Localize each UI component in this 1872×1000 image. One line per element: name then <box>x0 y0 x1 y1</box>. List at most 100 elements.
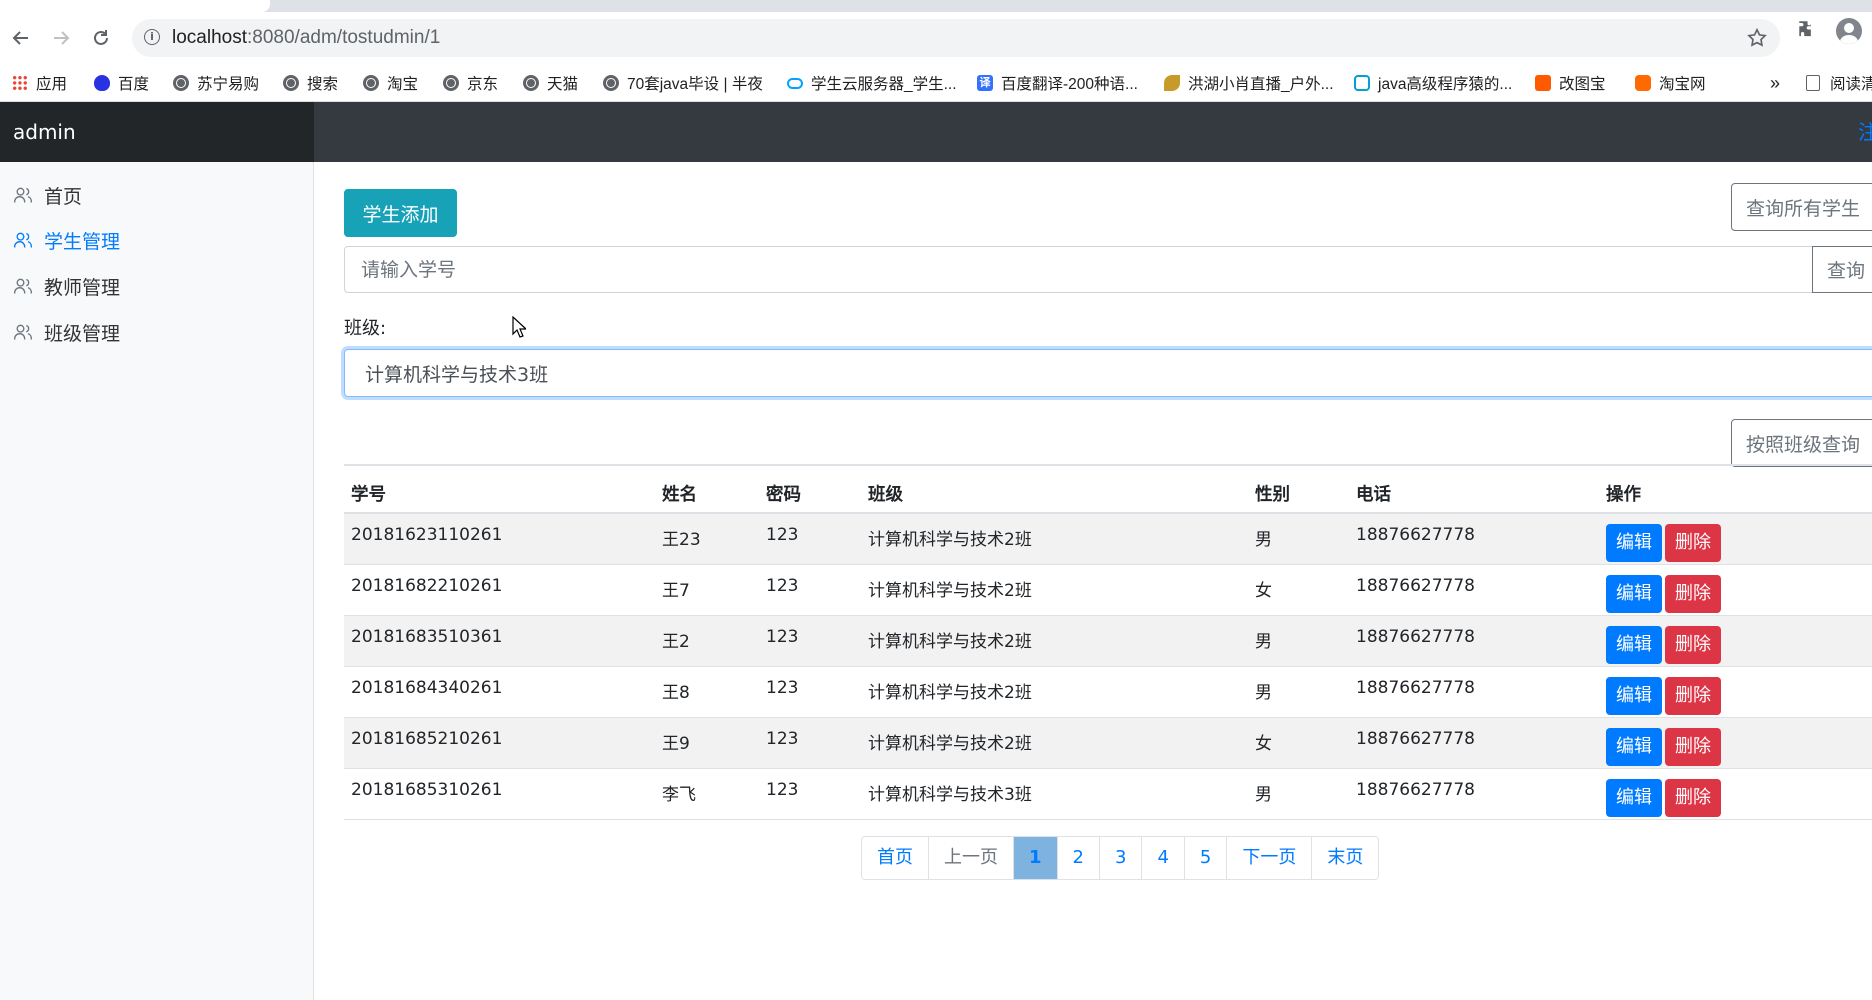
bookmark-apps[interactable]: 应用 <box>12 64 67 102</box>
reload-icon <box>94 30 108 45</box>
table-row: 20181682210261 王7 123 计算机科学与技术2班 女 18876… <box>344 564 1872 616</box>
cell-phone: 18876627778 <box>1349 717 1599 769</box>
search-button[interactable]: 查询 <box>1812 246 1872 293</box>
globe-icon <box>283 75 299 91</box>
site-info-icon[interactable]: i <box>144 29 160 45</box>
back-button[interactable] <box>3 20 39 56</box>
bookmark-baidu[interactable]: 百度 <box>94 64 149 102</box>
sidebar-item-class-management[interactable]: 班级管理 <box>13 317 120 347</box>
bookmark-star-icon[interactable] <box>1746 27 1768 49</box>
cell-phone: 18876627778 <box>1349 615 1599 667</box>
forward-button[interactable] <box>43 20 79 56</box>
bookmarks-bar: 应用 百度 苏宁易购 搜索 淘宝 京东 天猫 70套java毕设 | 半夜 学生… <box>0 64 1872 102</box>
bookmark-gaitubao[interactable]: 改图宝 <box>1535 64 1606 102</box>
cell-name: 王9 <box>655 717 759 769</box>
column-header-name: 姓名 <box>655 464 759 514</box>
add-student-button[interactable]: 学生添加 <box>344 189 457 237</box>
class-select[interactable]: 计算机科学与技术3班 <box>344 349 1872 397</box>
edit-button[interactable]: 编辑 <box>1606 727 1662 766</box>
delete-button[interactable]: 删除 <box>1665 574 1721 613</box>
active-tab[interactable] <box>0 0 270 12</box>
cell-gender: 女 <box>1248 717 1349 769</box>
logout-link[interactable]: 注 <box>1858 102 1872 162</box>
cell-student-id: 20181684340261 <box>344 666 655 718</box>
edit-button[interactable]: 编辑 <box>1606 524 1662 562</box>
page-number-4[interactable]: 4 <box>1141 837 1183 879</box>
edit-button[interactable]: 编辑 <box>1606 676 1662 715</box>
cell-name: 王23 <box>655 513 759 565</box>
bookmark-honghu-live[interactable]: 洪湖小肖直播_户外... <box>1164 64 1334 102</box>
bookmark-student-cloud[interactable]: 学生云服务器_学生... <box>787 64 957 102</box>
delete-button[interactable]: 删除 <box>1665 778 1721 817</box>
cell-name: 李飞 <box>655 768 759 820</box>
sidebar-item-home[interactable]: 首页 <box>13 180 82 210</box>
cell-gender: 男 <box>1248 666 1349 718</box>
cell-phone: 18876627778 <box>1349 666 1599 718</box>
bookmark-label: 改图宝 <box>1559 76 1606 93</box>
bookmark-taobao[interactable]: 淘宝 <box>363 64 418 102</box>
sidebar-item-student-management[interactable]: 学生管理 <box>13 225 120 255</box>
reading-list-button[interactable]: 阅读清 <box>1806 64 1872 102</box>
page-number-2[interactable]: 2 <box>1056 837 1099 879</box>
query-all-students-button[interactable]: 查询所有学生 <box>1731 183 1872 231</box>
cell-class: 计算机科学与技术2班 <box>861 717 1248 769</box>
table-row: 20181623110261 王23 123 计算机科学与技术2班 男 1887… <box>344 513 1872 565</box>
cell-student-id: 20181623110261 <box>344 513 655 565</box>
delete-button[interactable]: 删除 <box>1665 676 1721 715</box>
edit-button[interactable]: 编辑 <box>1606 574 1662 613</box>
bookmark-java-senior[interactable]: java高级程序猿的... <box>1354 64 1512 102</box>
cell-password: 123 <box>759 615 861 667</box>
profile-avatar-icon[interactable] <box>1836 18 1862 44</box>
cell-name: 王7 <box>655 564 759 616</box>
browser-toolbar: i localhost:8080/adm/tostudmin/1 <box>0 12 1872 64</box>
address-bar[interactable]: i localhost:8080/adm/tostudmin/1 <box>132 19 1780 57</box>
cell-student-id: 20181683510361 <box>344 615 655 667</box>
page-last[interactable]: 末页 <box>1311 837 1378 879</box>
bookmark-baidu-translate[interactable]: 译百度翻译-200种语... <box>977 64 1138 102</box>
bookmark-search[interactable]: 搜索 <box>283 64 338 102</box>
bookmark-label: 洪湖小肖直播_户外... <box>1188 76 1334 93</box>
sidebar-item-label: 学生管理 <box>44 230 121 253</box>
bookmark-suning[interactable]: 苏宁易购 <box>173 64 259 102</box>
query-by-class-button[interactable]: 按照班级查询 <box>1731 419 1872 467</box>
cell-password: 123 <box>759 717 861 769</box>
table-row: 20181685310261 李飞 123 计算机科学与技术3班 男 18876… <box>344 768 1872 820</box>
bookmark-jd[interactable]: 京东 <box>443 64 498 102</box>
brand-title[interactable]: admin <box>13 102 76 162</box>
bookmark-java-projects[interactable]: 70套java毕设 | 半夜 <box>603 64 763 102</box>
cell-phone: 18876627778 <box>1349 768 1599 820</box>
cell-phone: 18876627778 <box>1349 513 1599 565</box>
column-header-password: 密码 <box>759 464 861 514</box>
cell-password: 123 <box>759 768 861 820</box>
cell-student-id: 20181685210261 <box>344 717 655 769</box>
sidebar-item-teacher-management[interactable]: 教师管理 <box>13 271 120 301</box>
delete-button[interactable]: 删除 <box>1665 524 1721 562</box>
image-edit-icon <box>1535 75 1551 91</box>
users-icon <box>14 232 32 248</box>
delete-button[interactable]: 删除 <box>1665 727 1721 766</box>
student-id-search-input[interactable] <box>344 246 1826 293</box>
edit-button[interactable]: 编辑 <box>1606 778 1662 817</box>
bookmarks-overflow-chevron-icon[interactable]: » <box>1770 64 1780 102</box>
page-next[interactable]: 下一页 <box>1226 837 1311 879</box>
reload-button[interactable] <box>83 20 119 56</box>
bookmark-taobao-net[interactable]: 淘宝网 <box>1635 64 1706 102</box>
extensions-puzzle-icon[interactable] <box>1796 18 1818 40</box>
page-first[interactable]: 首页 <box>862 837 928 879</box>
column-header-gender: 性别 <box>1248 464 1349 514</box>
cell-password: 123 <box>759 513 861 565</box>
cell-gender: 男 <box>1248 615 1349 667</box>
cell-gender: 女 <box>1248 564 1349 616</box>
page-number-5[interactable]: 5 <box>1183 837 1226 879</box>
cell-name: 王8 <box>655 666 759 718</box>
table-header-row: 学号 姓名 密码 班级 性别 电话 操作 <box>344 464 1872 514</box>
globe-icon <box>363 75 379 91</box>
page-number-3[interactable]: 3 <box>1098 837 1141 879</box>
table-row: 20181683510361 王2 123 计算机科学与技术2班 男 18876… <box>344 615 1872 667</box>
bookmark-tmall[interactable]: 天猫 <box>523 64 578 102</box>
page-prev[interactable]: 上一页 <box>928 837 1013 879</box>
sidebar-item-label: 首页 <box>44 185 83 208</box>
delete-button[interactable]: 删除 <box>1665 625 1721 664</box>
edit-button[interactable]: 编辑 <box>1606 625 1662 664</box>
page-number-1[interactable]: 1 <box>1013 837 1057 879</box>
